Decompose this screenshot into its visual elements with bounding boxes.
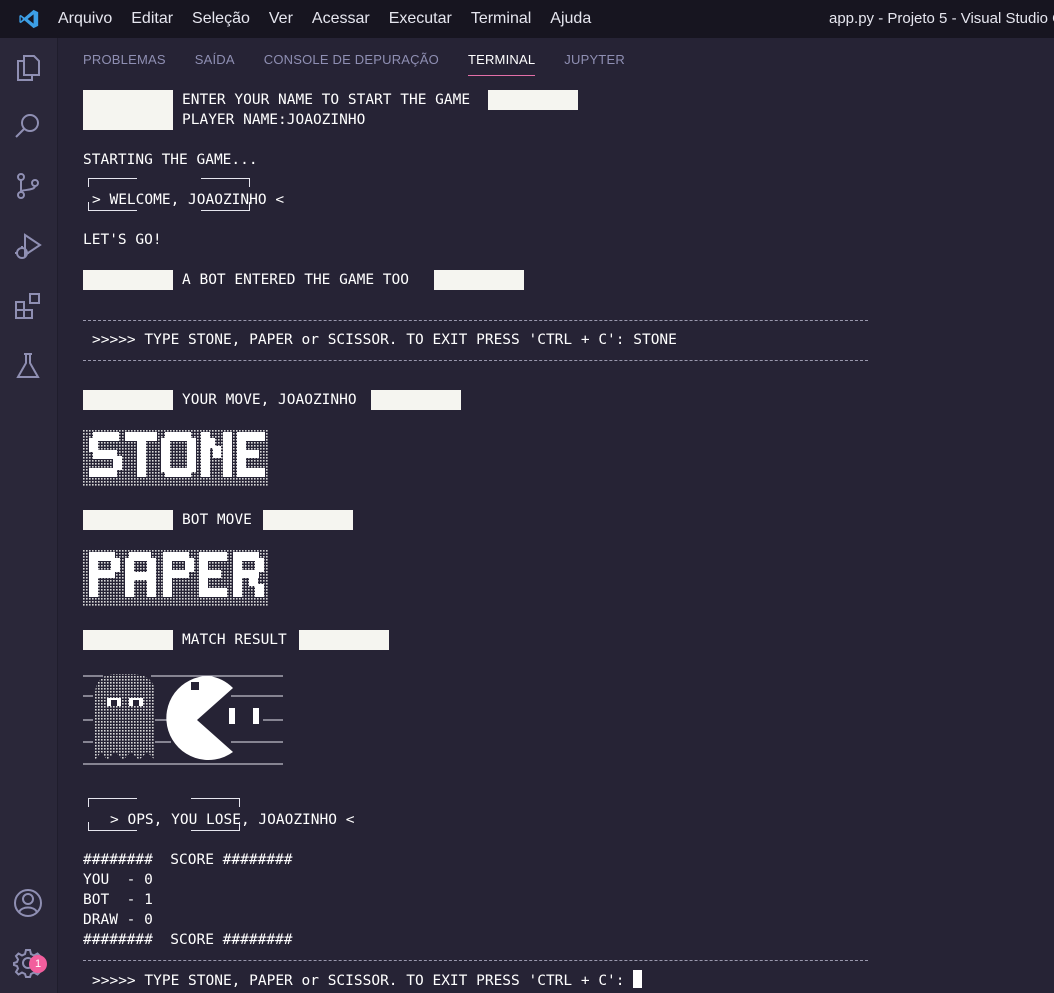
separator-line: [83, 320, 868, 321]
tab-console-depuracao[interactable]: CONSOLE DE DEPURAÇÃO: [264, 38, 439, 76]
paper-ascii-art: [83, 544, 273, 614]
box-corner: [201, 178, 250, 187]
prompt-line: >>>>> TYPE STONE, PAPER or SCISSOR. TO E…: [92, 332, 677, 348]
run-debug-icon[interactable]: [10, 228, 46, 264]
box-corner: [88, 202, 137, 211]
extensions-icon[interactable]: [10, 288, 46, 324]
paper-art-graphic: [83, 550, 269, 606]
bot-entered-text: A BOT ENTERED THE GAME TOO: [182, 272, 409, 288]
white-block: [83, 90, 173, 130]
menu-ajuda[interactable]: Ajuda: [540, 10, 600, 28]
pacman-art-graphic: [83, 674, 283, 765]
box-corner: [191, 798, 240, 807]
explorer-icon[interactable]: [10, 50, 46, 86]
menu-executar[interactable]: Executar: [379, 10, 461, 28]
separator-line: [83, 960, 868, 961]
player-name-text: PLAYER NAME:JOAOZINHO: [182, 112, 366, 128]
score-footer: ######## SCORE ########: [83, 932, 293, 948]
score-bot: BOT - 1: [83, 892, 153, 908]
score-you: YOU - 0: [83, 872, 153, 888]
panel-tabs: PROBLEMAS SAÍDA CONSOLE DE DEPURAÇÃO TER…: [83, 38, 654, 76]
vscode-logo-icon: [0, 0, 58, 38]
prompt-text: >>>>> TYPE STONE, PAPER or SCISSOR. TO E…: [92, 973, 634, 989]
box-corner: [201, 202, 250, 211]
menu-acessar[interactable]: Acessar: [302, 10, 379, 28]
score-header: ######## SCORE ########: [83, 852, 293, 868]
menu-editar[interactable]: Editar: [121, 10, 182, 28]
bot-move-text: BOT MOVE: [182, 512, 252, 528]
menu-bar: Arquivo Editar Seleção Ver Acessar Execu…: [58, 0, 600, 38]
box-corner: [88, 798, 137, 807]
box-corner: [88, 178, 137, 187]
menu-selecao[interactable]: Seleção: [182, 10, 259, 28]
lets-go-text: LET'S GO!: [83, 232, 162, 248]
white-block: [83, 270, 173, 290]
terminal-panel: PROBLEMAS SAÍDA CONSOLE DE DEPURAÇÃO TER…: [58, 38, 1054, 993]
starting-text: STARTING THE GAME...: [83, 152, 258, 168]
separator-line: [83, 360, 868, 361]
prompt-line-active[interactable]: >>>>> TYPE STONE, PAPER or SCISSOR. TO E…: [92, 970, 643, 990]
activity-bar: 1: [0, 38, 58, 993]
white-block: [83, 630, 173, 650]
menu-ver[interactable]: Ver: [259, 10, 302, 28]
search-icon[interactable]: [10, 108, 46, 144]
white-block: [263, 510, 353, 530]
source-control-icon[interactable]: [10, 168, 46, 204]
tab-terminal[interactable]: TERMINAL: [467, 38, 536, 76]
white-block: [371, 390, 461, 410]
title-bar: Arquivo Editar Seleção Ver Acessar Execu…: [0, 0, 1054, 38]
tab-problemas[interactable]: PROBLEMAS: [83, 38, 166, 76]
enter-name-text: ENTER YOUR NAME TO START THE GAME: [182, 92, 471, 108]
score-draw: DRAW - 0: [83, 912, 153, 928]
menu-arquivo[interactable]: Arquivo: [58, 10, 121, 28]
tab-saida[interactable]: SAÍDA: [195, 38, 235, 76]
testing-icon[interactable]: [10, 348, 46, 384]
box-corner: [88, 822, 137, 831]
match-result-text: MATCH RESULT: [182, 632, 287, 648]
white-block: [488, 90, 578, 110]
your-move-text: YOUR MOVE, JOAOZINHO: [182, 392, 357, 408]
white-block: [299, 630, 389, 650]
white-block: [434, 270, 524, 290]
white-block: [83, 390, 173, 410]
account-icon[interactable]: [10, 885, 46, 921]
white-block: [83, 510, 173, 530]
menu-terminal[interactable]: Terminal: [461, 10, 540, 28]
tab-jupyter[interactable]: JUPYTER: [564, 38, 625, 76]
window-title: app.py - Projeto 5 - Visual Studio C: [829, 10, 1054, 27]
box-corner: [191, 822, 240, 831]
terminal-cursor: [633, 970, 643, 988]
pacman-ascii-art: [83, 664, 288, 778]
stone-art-graphic: [83, 430, 269, 486]
stone-ascii-art: [83, 424, 273, 494]
settings-badge: 1: [29, 955, 47, 973]
